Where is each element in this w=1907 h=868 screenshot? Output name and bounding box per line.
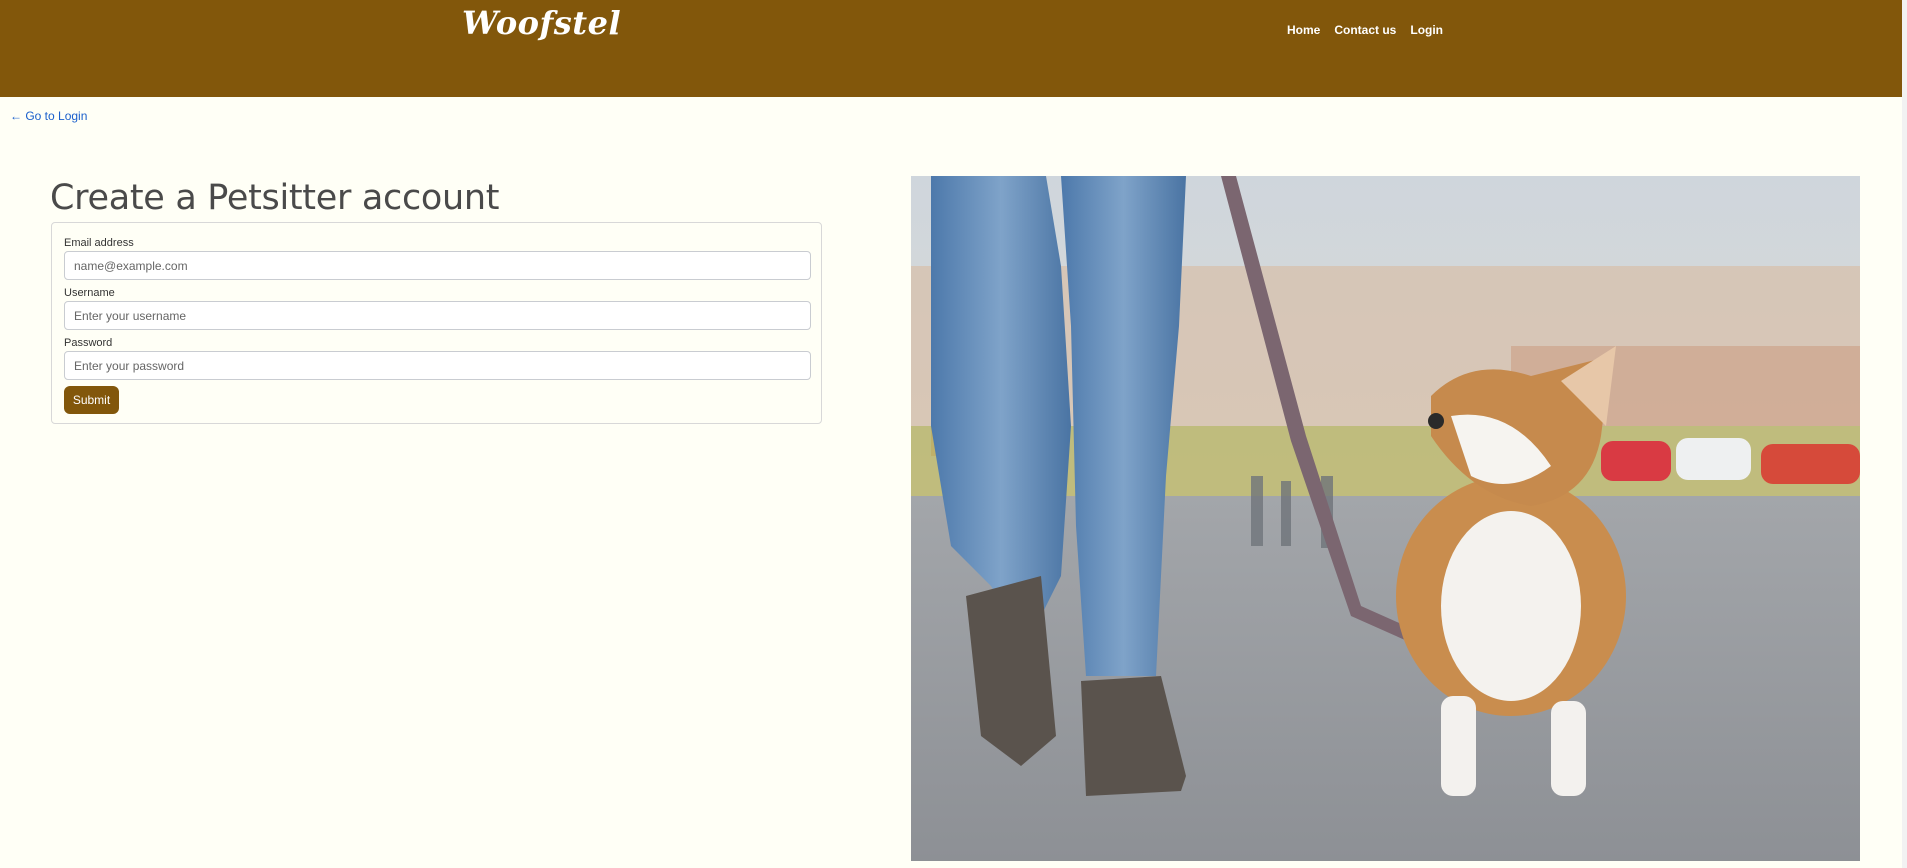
signup-form: Email address Username Password Submit xyxy=(51,222,822,424)
email-field[interactable] xyxy=(64,251,811,280)
submit-button[interactable]: Submit xyxy=(64,386,119,414)
username-label: Username xyxy=(64,287,115,299)
main-nav: Home Contact us Login xyxy=(1287,23,1443,37)
page-title: Create a Petsitter account xyxy=(50,178,500,218)
go-to-login-link[interactable]: ← Go to Login xyxy=(10,109,87,123)
email-label: Email address xyxy=(64,237,134,249)
page-scrollbar[interactable] xyxy=(1902,0,1907,868)
hero-photo xyxy=(911,176,1860,861)
nav-contact-link[interactable]: Contact us xyxy=(1334,23,1396,37)
password-field[interactable] xyxy=(64,351,811,380)
brand-logo[interactable]: Woofstel xyxy=(462,4,621,42)
nav-login-link[interactable]: Login xyxy=(1410,23,1443,37)
top-navbar: Woofstel Home Contact us Login xyxy=(0,0,1902,97)
nav-home-link[interactable]: Home xyxy=(1287,23,1320,37)
password-label: Password xyxy=(64,337,113,349)
username-field[interactable] xyxy=(64,301,811,330)
